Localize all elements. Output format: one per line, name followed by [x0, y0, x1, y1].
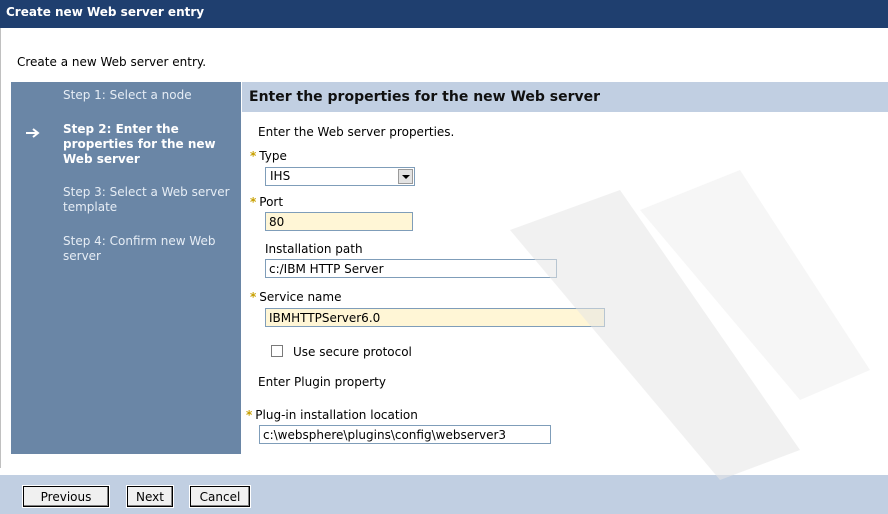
- step-1: Step 1: Select a node: [63, 88, 192, 102]
- installation-path-label: Installation path: [265, 242, 363, 256]
- current-step-arrow-icon: [26, 128, 40, 138]
- section-heading: Enter the properties for the new Web ser…: [242, 82, 888, 112]
- service-name-label: * Service name: [250, 290, 342, 304]
- chevron-down-icon[interactable]: [398, 169, 413, 184]
- secure-protocol-label: Use secure protocol: [293, 345, 412, 359]
- plugin-section-label: Enter Plugin property: [258, 375, 386, 389]
- secure-protocol-checkbox[interactable]: [271, 345, 283, 357]
- type-label: * Type: [250, 149, 287, 163]
- type-select[interactable]: IHS: [265, 167, 415, 186]
- properties-subheading: Enter the Web server properties.: [258, 125, 455, 139]
- previous-button[interactable]: Previous: [22, 485, 110, 508]
- title-divider: [0, 27, 888, 28]
- service-name-input[interactable]: [265, 308, 605, 327]
- required-star-icon: *: [250, 149, 257, 163]
- installation-path-input[interactable]: [265, 259, 557, 278]
- plugin-location-label: * Plug-in installation location: [246, 408, 418, 422]
- step-2: Step 2: Enter the properties for the new…: [63, 122, 216, 166]
- port-input[interactable]: [265, 212, 413, 231]
- plugin-location-input[interactable]: [259, 425, 551, 444]
- left-border: [0, 28, 1, 468]
- type-select-value: IHS: [270, 169, 291, 183]
- required-star-icon: *: [246, 408, 253, 422]
- step-3: Step 3: Select a Web server template: [63, 185, 230, 214]
- wizard-steps-panel: Step 1: Select a node Step 2: Enter the …: [11, 82, 241, 454]
- required-star-icon: *: [250, 290, 257, 304]
- window-title: Create new Web server entry: [0, 0, 888, 27]
- watermark-graphic: [510, 170, 870, 480]
- next-button[interactable]: Next: [126, 485, 174, 508]
- intro-text: Create a new Web server entry.: [17, 55, 207, 69]
- step-4: Step 4: Confirm new Web server: [63, 234, 216, 263]
- required-star-icon: *: [250, 195, 257, 209]
- port-label: * Port: [250, 195, 284, 209]
- cancel-button[interactable]: Cancel: [189, 485, 251, 508]
